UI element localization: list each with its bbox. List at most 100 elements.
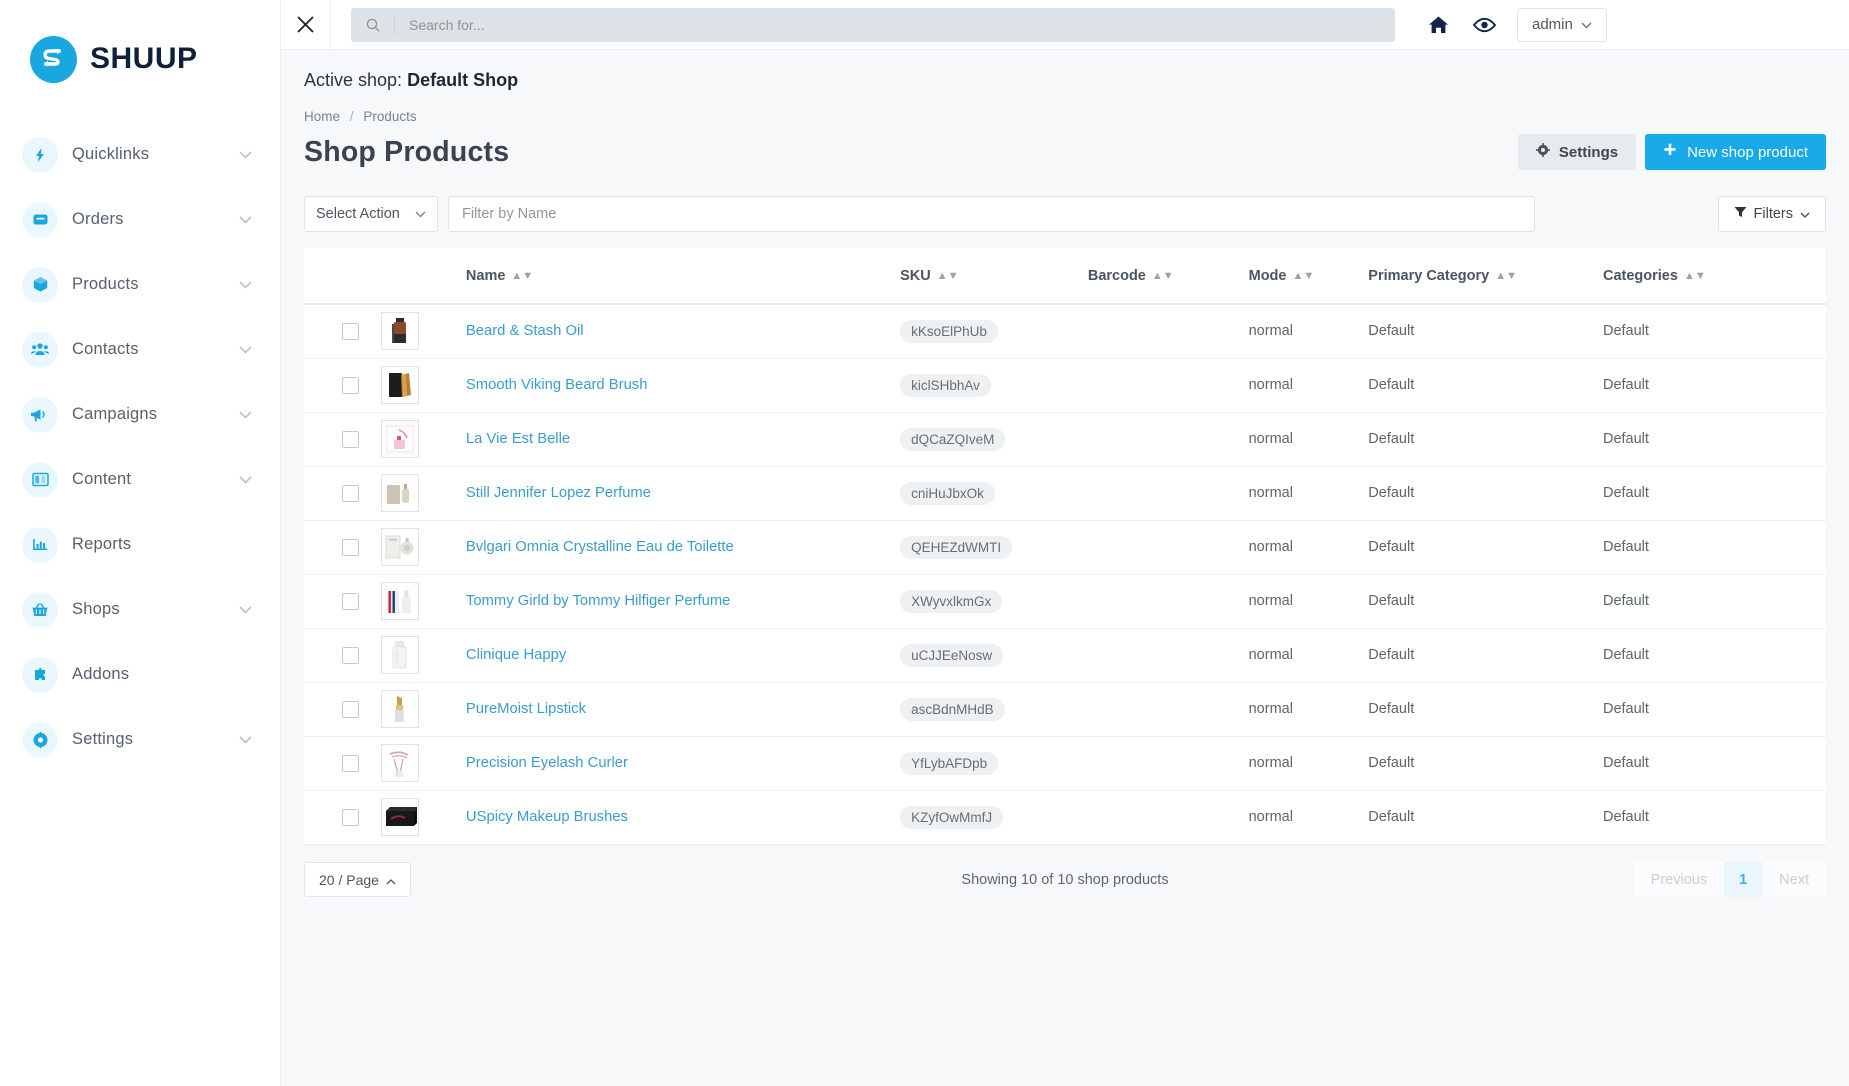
sort-icon[interactable]: ▲▼: [1292, 271, 1314, 282]
breadcrumb-item-home[interactable]: Home: [304, 109, 340, 124]
chevron-down-icon[interactable]: [239, 601, 252, 619]
header-image: [381, 248, 465, 304]
header-barcode[interactable]: Barcode▲▼: [1088, 248, 1249, 304]
table-body: Beard & Stash Oil kKsoElPhUb normal Default…: [304, 304, 1826, 844]
sort-icon[interactable]: ▲▼: [1152, 271, 1174, 282]
row-checkbox[interactable]: [342, 539, 359, 556]
row-image-cell: [381, 520, 465, 574]
sliders-icon: [22, 722, 58, 758]
filters-button[interactable]: Filters: [1718, 196, 1826, 232]
sort-icon[interactable]: ▲▼: [511, 271, 533, 282]
per-page-selector[interactable]: 20 / Page: [304, 862, 411, 897]
select-action-dropdown[interactable]: Select Action: [304, 196, 438, 232]
header-categories[interactable]: Categories▲▼: [1603, 248, 1826, 304]
table-row: La Vie Est BelledQCaZQIveMnormalDefaultD…: [304, 412, 1826, 466]
table-row: Tommy Girld by Tommy Hilfiger PerfumeXWy…: [304, 574, 1826, 628]
row-checkbox[interactable]: [342, 809, 359, 826]
sidebar-item-campaigns[interactable]: Campaigns: [0, 382, 280, 447]
row-barcode-cell: [1088, 466, 1249, 520]
search-input[interactable]: [395, 17, 1395, 33]
header-sku[interactable]: SKU▲▼: [900, 248, 1088, 304]
row-name-cell: La Vie Est Belle: [466, 412, 900, 466]
product-link[interactable]: Precision Eyelash Curler: [466, 755, 628, 771]
row-mode-cell: normal: [1249, 304, 1369, 358]
sort-icon[interactable]: ▲▼: [937, 271, 959, 282]
sidebar-item-content[interactable]: Content: [0, 447, 280, 512]
global-search[interactable]: [351, 8, 1395, 42]
close-icon[interactable]: [281, 0, 331, 50]
row-primary-category-cell: Default: [1368, 574, 1603, 628]
chevron-down-icon[interactable]: [239, 146, 252, 164]
product-link[interactable]: USpicy Makeup Brushes: [466, 809, 628, 825]
pagination-previous[interactable]: Previous: [1634, 862, 1724, 897]
row-checkbox[interactable]: [342, 323, 359, 340]
sidebar-item-addons[interactable]: Addons: [0, 642, 280, 707]
product-link[interactable]: Smooth Viking Beard Brush: [466, 377, 648, 393]
user-menu-label: admin: [1532, 16, 1573, 33]
brand-logo[interactable]: SHUUP: [0, 0, 280, 92]
breadcrumb-item-products[interactable]: Products: [363, 109, 416, 124]
header-mode-label: Mode: [1249, 268, 1287, 284]
sidebar-item-settings[interactable]: Settings: [0, 707, 280, 772]
sidebar-item-shops[interactable]: Shops: [0, 577, 280, 642]
pagination-next[interactable]: Next: [1762, 862, 1826, 897]
row-checkbox[interactable]: [342, 431, 359, 448]
row-barcode-cell: [1088, 736, 1249, 790]
product-link[interactable]: Clinique Happy: [466, 647, 566, 663]
row-checkbox[interactable]: [342, 647, 359, 664]
home-icon[interactable]: [1415, 0, 1461, 50]
product-link[interactable]: PureMoist Lipstick: [466, 701, 586, 717]
chevron-down-icon[interactable]: [239, 276, 252, 294]
header-primary-category[interactable]: Primary Category▲▼: [1368, 248, 1603, 304]
sidebar-item-products[interactable]: Products: [0, 252, 280, 317]
table-row: Still Jennifer Lopez PerfumecniHuJbxOkno…: [304, 466, 1826, 520]
breadcrumb-separator: /: [350, 109, 354, 124]
product-link[interactable]: La Vie Est Belle: [466, 431, 570, 447]
row-checkbox[interactable]: [342, 593, 359, 610]
row-primary-category-cell: Default: [1368, 466, 1603, 520]
new-shop-product-button[interactable]: New shop product: [1645, 134, 1826, 170]
logo-s-glyph: [39, 44, 69, 74]
row-primary-category-cell: Default: [1368, 736, 1603, 790]
row-sku-cell: dQCaZQIveM: [900, 412, 1088, 466]
chevron-down-icon[interactable]: [239, 471, 252, 489]
product-link[interactable]: Tommy Girld by Tommy Hilfiger Perfume: [466, 593, 730, 609]
product-link[interactable]: Bvlgari Omnia Crystalline Eau de Toilett…: [466, 539, 734, 555]
settings-button[interactable]: Settings: [1518, 134, 1636, 170]
row-name-cell: PureMoist Lipstick: [466, 682, 900, 736]
sort-icon[interactable]: ▲▼: [1495, 271, 1517, 282]
topbar: admin: [281, 0, 1849, 50]
chevron-down-icon[interactable]: [239, 731, 252, 749]
sort-icon[interactable]: ▲▼: [1684, 271, 1706, 282]
sidebar-item-reports[interactable]: Reports: [0, 512, 280, 577]
product-link[interactable]: Beard & Stash Oil: [466, 323, 584, 339]
sidebar-label: Products: [72, 275, 139, 294]
new-shop-product-label: New shop product: [1687, 144, 1808, 161]
sidebar-item-contacts[interactable]: Contacts: [0, 317, 280, 382]
pagination-page-1[interactable]: 1: [1724, 862, 1762, 897]
row-checkbox[interactable]: [342, 377, 359, 394]
table-row: Beard & Stash OilkKsoElPhUbnormalDefault…: [304, 304, 1826, 358]
sidebar-item-quicklinks[interactable]: Quicklinks: [0, 122, 280, 187]
chevron-down-icon[interactable]: [239, 406, 252, 424]
row-categories-cell: Default: [1603, 628, 1826, 682]
row-checkbox[interactable]: [342, 701, 359, 718]
product-link[interactable]: Still Jennifer Lopez Perfume: [466, 485, 651, 501]
sidebar-item-orders[interactable]: Orders: [0, 187, 280, 252]
header-mode[interactable]: Mode ▲▼: [1249, 248, 1369, 304]
sku-badge: kKsoElPhUb: [900, 320, 998, 343]
chevron-down-icon[interactable]: [239, 341, 252, 359]
products-table: Name▲▼ SKU▲▼ Barcode▲▼ Mode ▲▼: [304, 248, 1826, 844]
eye-icon[interactable]: [1461, 0, 1507, 50]
row-select-cell: [304, 628, 381, 682]
table-row: Precision Eyelash CurlerYfLybAFDpbnormal…: [304, 736, 1826, 790]
row-checkbox[interactable]: [342, 755, 359, 772]
header-name[interactable]: Name▲▼: [466, 248, 900, 304]
user-menu-button[interactable]: admin: [1517, 8, 1607, 42]
chevron-down-icon[interactable]: [239, 211, 252, 229]
brand-name: SHUUP: [90, 42, 198, 76]
filter-by-name-input[interactable]: [448, 196, 1535, 232]
sidebar-label: Quicklinks: [72, 145, 149, 164]
settings-button-label: Settings: [1559, 144, 1618, 161]
row-checkbox[interactable]: [342, 485, 359, 502]
